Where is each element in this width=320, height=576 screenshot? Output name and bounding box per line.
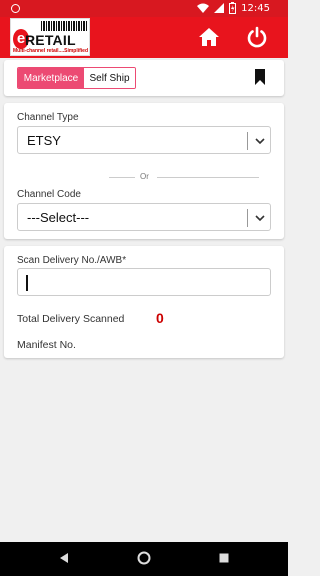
signal-icon <box>214 3 225 13</box>
power-icon[interactable] <box>246 26 268 48</box>
channel-form-card: Channel Type ETSY Or Channel Code ---Sel… <box>4 103 284 239</box>
status-bar: 12:45 <box>0 0 288 17</box>
recents-icon[interactable] <box>219 553 229 563</box>
channel-toggle-card: Marketplace Self Ship <box>4 60 284 96</box>
toggle-self-ship[interactable]: Self Ship <box>84 68 135 88</box>
total-delivery-label: Total Delivery Scanned <box>17 313 125 325</box>
navigation-bar <box>0 542 288 576</box>
logo-tagline: Multi-channel retail....Simplified <box>13 48 89 54</box>
eretail-logo: e RETAIL Multi-channel retail....Simplif… <box>10 18 90 56</box>
or-text: Or <box>140 172 149 181</box>
manifest-label: Manifest No. <box>17 339 76 351</box>
channel-type-value: ETSY <box>27 133 61 148</box>
or-separator: Or <box>109 172 259 182</box>
select-divider <box>247 209 248 227</box>
channel-type-label: Channel Type <box>17 112 79 123</box>
chevron-down-icon <box>255 138 265 145</box>
channel-code-value: ---Select--- <box>27 210 90 225</box>
home-circle-icon[interactable] <box>137 551 151 565</box>
back-icon[interactable] <box>59 552 69 564</box>
toggle-marketplace[interactable]: Marketplace <box>18 68 84 88</box>
app-bar: e RETAIL Multi-channel retail....Simplif… <box>0 17 288 58</box>
scan-delivery-label: Scan Delivery No./AWB* <box>17 255 127 266</box>
channel-code-label: Channel Code <box>17 189 81 200</box>
battery-icon <box>229 2 237 14</box>
wifi-icon <box>197 3 210 13</box>
notification-icon <box>11 4 20 13</box>
channel-mode-toggle: Marketplace Self Ship <box>17 67 136 89</box>
bookmark-icon[interactable] <box>255 69 265 85</box>
logo-name: RETAIL <box>25 32 76 48</box>
total-delivery-count: 0 <box>156 310 164 326</box>
text-caret <box>26 275 28 291</box>
clock: 12:45 <box>241 2 270 14</box>
chevron-down-icon <box>255 215 265 222</box>
select-divider <box>247 132 248 150</box>
channel-code-select[interactable]: ---Select--- <box>17 203 271 231</box>
barcode-graphic <box>41 21 87 31</box>
home-icon[interactable] <box>198 26 220 48</box>
scan-delivery-input[interactable] <box>17 268 271 296</box>
scan-card: Scan Delivery No./AWB* Total Delivery Sc… <box>4 246 284 358</box>
status-indicators: 12:45 <box>197 2 270 14</box>
channel-type-select[interactable]: ETSY <box>17 126 271 154</box>
